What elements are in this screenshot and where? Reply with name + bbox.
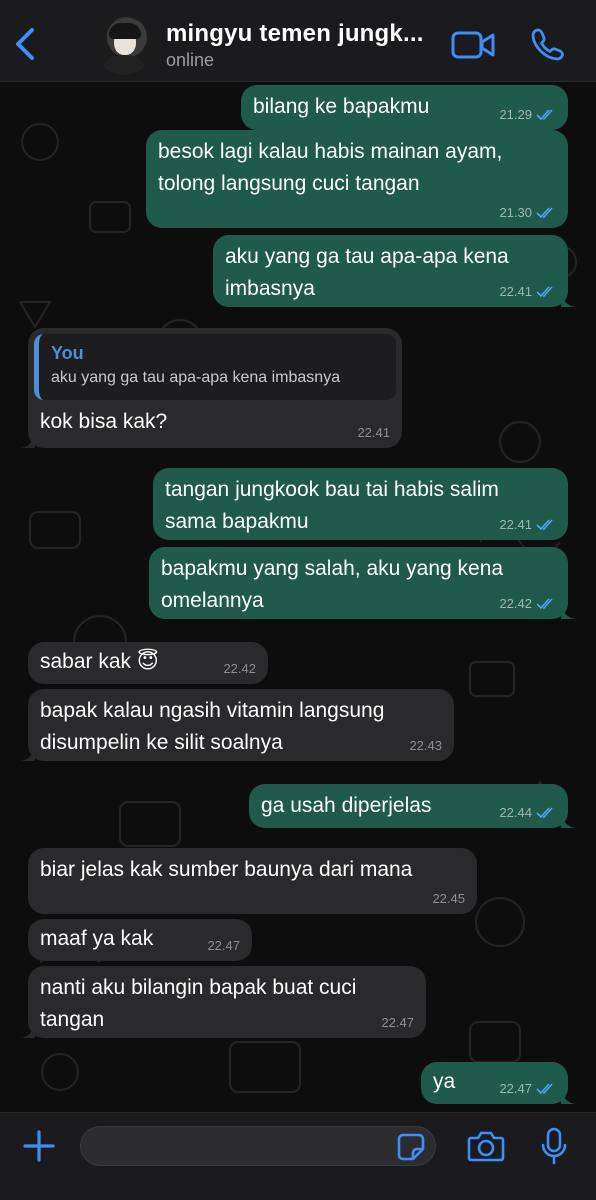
chevron-left-icon[interactable] xyxy=(10,26,40,62)
message-meta: 22.41 xyxy=(499,285,556,299)
bubble-tail xyxy=(21,432,35,448)
message-outgoing[interactable]: aku yang ga tau apa-apa kena imbasnya 22… xyxy=(213,235,575,307)
message-meta: 22.41 xyxy=(499,518,556,532)
message-time: 22.42 xyxy=(223,661,256,676)
bubble-tail xyxy=(561,812,575,828)
read-receipt-icon xyxy=(536,519,553,531)
message-time: 22.47 xyxy=(499,1081,532,1096)
message-input-container[interactable] xyxy=(80,1126,436,1166)
phone-icon[interactable] xyxy=(531,27,565,61)
message-meta: 22.47 xyxy=(381,1016,414,1030)
message-time: 22.41 xyxy=(499,517,532,532)
message-meta: 21.29 xyxy=(499,108,556,122)
bubble-tail xyxy=(21,1022,35,1038)
message-text: besok lagi kalau habis mainan ayam, tolo… xyxy=(158,140,503,195)
message-list[interactable]: bilang ke bapakmu 21.29 besok lagi kalau… xyxy=(0,82,596,1112)
message-outgoing[interactable]: tangan jungkook bau tai habis salim sama… xyxy=(153,468,568,540)
quote-author: You xyxy=(51,343,84,363)
message-meta: 22.43 xyxy=(409,739,442,753)
message-incoming[interactable]: nanti aku bilangin bapak buat cuci tanga… xyxy=(21,966,426,1038)
read-receipt-icon xyxy=(536,807,553,819)
message-meta: 22.44 xyxy=(499,806,556,820)
message-meta: 22.42 xyxy=(499,597,556,611)
chat-header: mingyu temen jungk... online xyxy=(0,0,596,82)
message-outgoing[interactable]: bilang ke bapakmu 21.29 xyxy=(241,85,568,130)
message-text: biar jelas kak sumber baunya dari mana xyxy=(40,858,413,881)
read-receipt-icon xyxy=(536,207,553,219)
plus-icon[interactable] xyxy=(22,1129,56,1163)
message-time: 22.47 xyxy=(207,938,240,953)
contact-name[interactable]: mingyu temen jungk... xyxy=(166,20,424,48)
bubble-tail xyxy=(21,745,35,761)
avatar[interactable] xyxy=(95,17,153,75)
message-meta: 22.41 xyxy=(357,426,390,440)
bubble-tail xyxy=(561,603,575,619)
video-camera-icon[interactable] xyxy=(451,30,495,60)
message-input[interactable] xyxy=(81,1127,435,1165)
message-outgoing[interactable]: besok lagi kalau habis mainan ayam, tolo… xyxy=(146,130,568,228)
read-receipt-icon xyxy=(536,598,553,610)
message-time: 22.41 xyxy=(357,425,390,440)
camera-icon[interactable] xyxy=(467,1130,505,1162)
message-meta: 22.45 xyxy=(432,892,465,906)
contact-status: online xyxy=(166,50,215,70)
message-time: 22.45 xyxy=(432,891,465,906)
sticker-icon[interactable] xyxy=(396,1132,426,1162)
message-text: bapak kalau ngasih vitamin langsung disu… xyxy=(40,699,385,754)
read-receipt-icon xyxy=(536,109,553,121)
quote-text: aku yang ga tau apa-apa kena imbasnya xyxy=(51,369,341,386)
message-incoming[interactable]: sabar kak 😇 22.42 xyxy=(28,642,268,684)
message-meta: 21.30 xyxy=(499,206,556,220)
microphone-icon[interactable] xyxy=(541,1127,567,1165)
message-text: tangan jungkook bau tai habis salim sama… xyxy=(165,478,499,533)
message-time: 22.43 xyxy=(409,738,442,753)
message-meta: 22.47 xyxy=(207,939,240,953)
message-text: nanti aku bilangin bapak buat cuci tanga… xyxy=(40,976,357,1031)
message-time: 21.29 xyxy=(499,107,532,122)
message-text: kok bisa kak? xyxy=(40,410,168,433)
message-text: bapakmu yang salah, aku yang kena omelan… xyxy=(161,557,504,612)
read-receipt-icon xyxy=(536,1083,553,1095)
message-outgoing[interactable]: bapakmu yang salah, aku yang kena omelan… xyxy=(149,547,575,619)
message-incoming-reply[interactable]: You aku yang ga tau apa-apa kena imbasny… xyxy=(21,328,402,448)
message-incoming[interactable]: bapak kalau ngasih vitamin langsung disu… xyxy=(21,689,454,761)
quoted-message[interactable]: You aku yang ga tau apa-apa kena imbasny… xyxy=(34,334,396,400)
message-outgoing[interactable]: ga usah diperjelas 22.44 xyxy=(249,784,575,828)
message-time: 22.42 xyxy=(499,596,532,611)
message-time: 21.30 xyxy=(499,205,532,220)
message-time: 22.47 xyxy=(381,1015,414,1030)
read-receipt-icon xyxy=(536,286,553,298)
bubble-tail xyxy=(561,1088,575,1104)
message-time: 22.41 xyxy=(499,284,532,299)
bubble-tail xyxy=(561,291,575,307)
message-incoming[interactable]: biar jelas kak sumber baunya dari mana 2… xyxy=(28,848,477,914)
message-meta: 22.42 xyxy=(223,662,256,676)
composer-bar xyxy=(0,1112,596,1200)
message-meta: 22.47 xyxy=(499,1082,556,1096)
message-time: 22.44 xyxy=(499,805,532,820)
message-incoming[interactable]: maaf ya kak 22.47 xyxy=(28,919,252,961)
message-outgoing[interactable]: ya 22.47 xyxy=(421,1062,575,1104)
